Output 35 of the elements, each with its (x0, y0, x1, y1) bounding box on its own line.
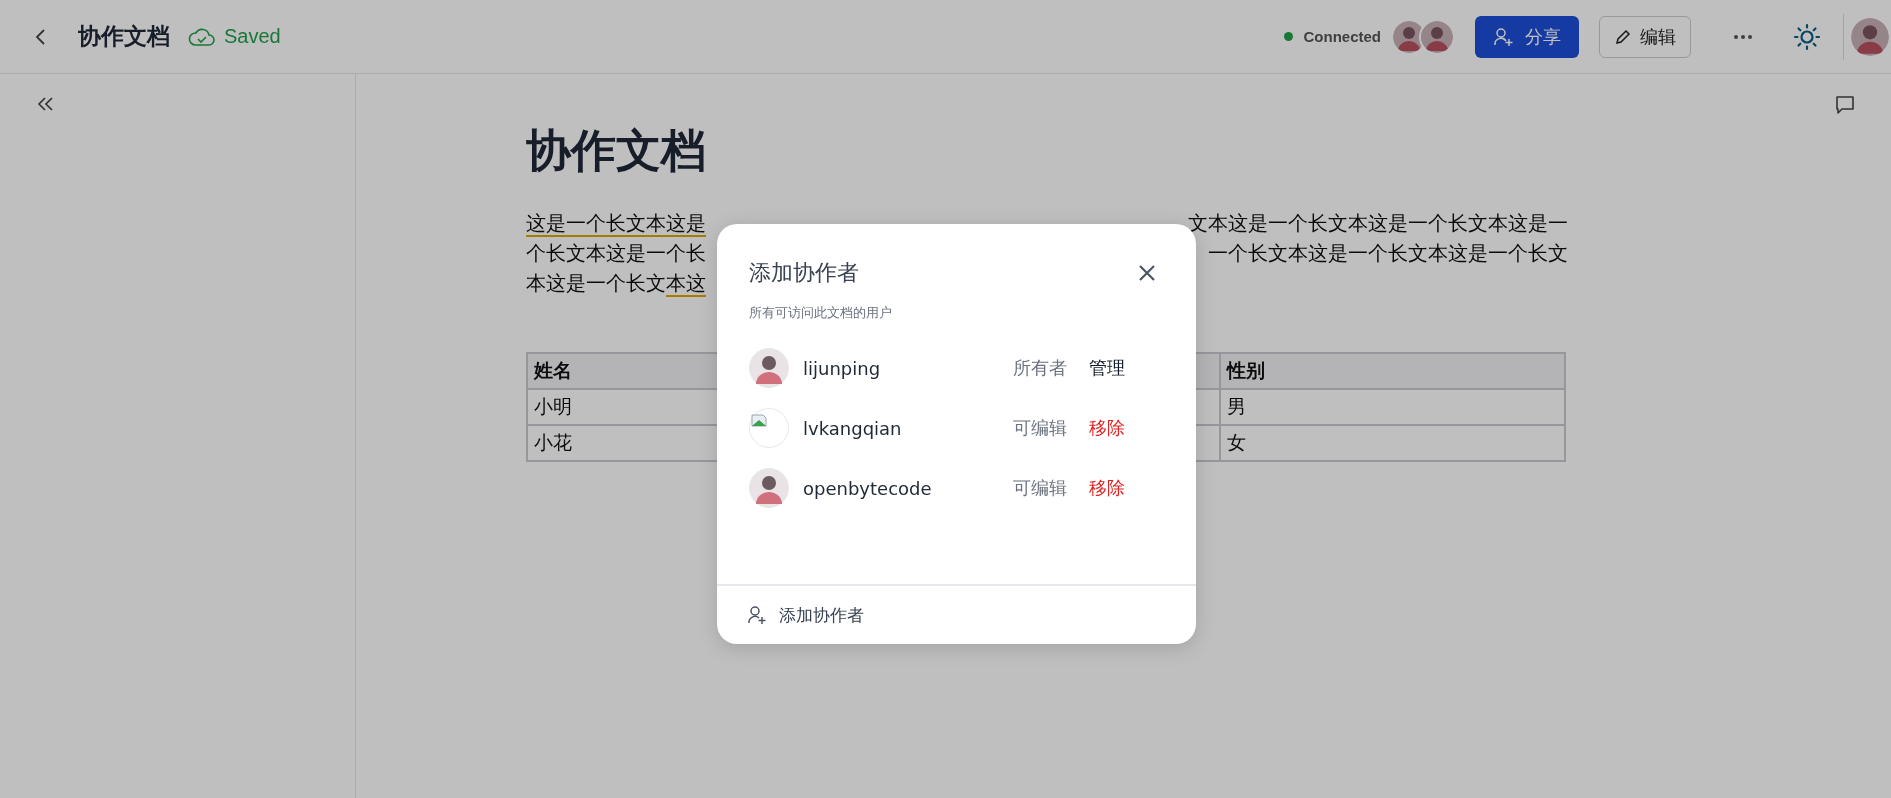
add-user-icon (1493, 26, 1515, 47)
member-role: 可编辑 (1013, 476, 1068, 500)
user-avatar[interactable] (1849, 15, 1891, 58)
document-heading: 协作文档 (526, 124, 707, 178)
member-name: openbytecode (803, 477, 933, 499)
theme-icon[interactable] (1793, 22, 1821, 51)
share-button[interactable]: 分享 (1475, 15, 1579, 58)
manage-link[interactable]: 管理 (1089, 356, 1125, 380)
table-cell: 男 (1220, 389, 1565, 425)
remove-link[interactable]: 移除 (1089, 416, 1125, 440)
table-cell: 女 (1220, 425, 1565, 461)
paragraph-text: 文本这是一个长文本这是一个长文本这是一 (1188, 211, 1568, 235)
remove-link[interactable]: 移除 (1089, 476, 1125, 500)
collapse-icon[interactable] (36, 96, 56, 112)
document-title: 协作文档 (78, 22, 170, 51)
pencil-icon (1614, 27, 1632, 46)
add-collaborator-button[interactable]: 添加协作者 (747, 603, 864, 627)
save-status: Saved (224, 25, 281, 48)
connection-status: Connected (1303, 28, 1381, 45)
paragraph-text: 一个长文本这是一个长文本这是一个长文 (1208, 241, 1568, 265)
paragraph-text: 个长文本这是一个长 (526, 241, 706, 265)
paragraph-text: 本这是一个长文 (526, 271, 666, 295)
dialog-title: 添加协作者 (749, 259, 859, 287)
close-icon[interactable] (1138, 264, 1156, 282)
edit-button[interactable]: 编辑 (1599, 15, 1691, 58)
comment-icon[interactable] (1834, 94, 1856, 116)
avatar-icon (1419, 18, 1455, 55)
back-icon[interactable] (34, 26, 48, 47)
member-name: lijunping (803, 357, 882, 379)
commented-text: 这是一个长文本这是 (526, 211, 706, 237)
dialog-subtitle: 所有可访问此文档的用户 (748, 304, 893, 322)
more-icon[interactable] (1733, 33, 1753, 40)
commented-text: 本这 (666, 271, 706, 297)
table-header: 性别 (1220, 353, 1565, 389)
add-user-icon (747, 605, 767, 625)
